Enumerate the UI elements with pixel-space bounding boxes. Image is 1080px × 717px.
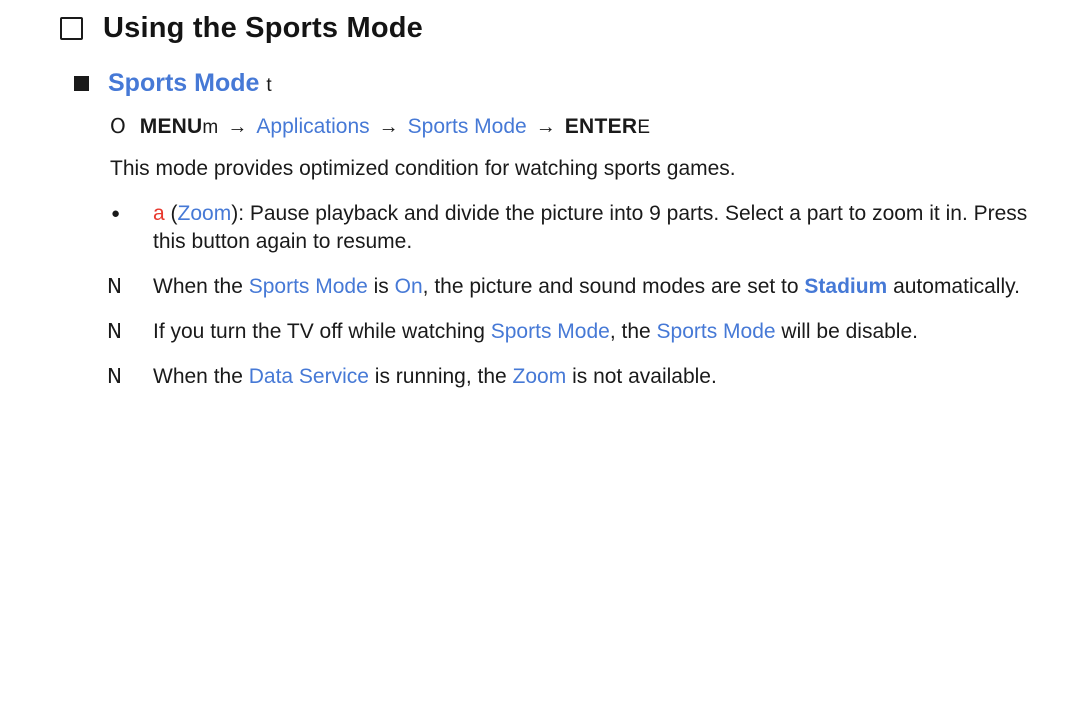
note-n-icon: N [107, 273, 122, 298]
note-text-span: Sports Mode [656, 320, 776, 344]
note-text-span: Zoom [177, 201, 232, 225]
arrow-icon-2: → [378, 116, 399, 138]
note-text: If you turn the TV off while watching Sp… [153, 318, 1033, 346]
note-text: a (Zoom): Pause playback and divide the … [153, 200, 1033, 256]
note-text-span: Sports Mode [490, 320, 610, 344]
note-text-span: On [394, 274, 423, 298]
note-text-span: is not available. [566, 365, 717, 389]
note-row: N When the Sports Mode is On, the picture… [105, 273, 1080, 301]
note-row: N If you turn the TV off while watching S… [105, 318, 1080, 346]
enter-label-suffix: E [637, 117, 651, 138]
enter-label: ENTERE [565, 115, 651, 139]
notes-list: ● a (Zoom): Pause playback and divide the… [0, 200, 1080, 392]
arrow-icon-1: → [227, 116, 248, 138]
menu-label-suffix: m [202, 117, 219, 138]
note-text-span: ( [164, 201, 178, 225]
note-text: When the Data Service is running, the Zo… [153, 363, 1033, 391]
menu-button-icon: O [110, 114, 126, 138]
page-title-row: Using the Sports Mode [60, 12, 1080, 45]
note-text-span: If you turn the TV off while watching [153, 320, 491, 344]
menu-label: MENUm [140, 115, 219, 139]
menu-path-row: O MENUm → Applications → Sports Mode → E… [110, 114, 1080, 139]
note-text-span: is [367, 274, 395, 298]
filled-square-bullet-icon [74, 76, 89, 91]
section-heading-suffix: t [266, 74, 272, 96]
note-n-icon: N [107, 364, 122, 389]
note-row: N When the Data Service is running, the Z… [105, 363, 1080, 391]
document-page: Using the Sports Mode Sports Mode t O ME… [0, 12, 1080, 717]
note-text-span: will be disable. [775, 320, 918, 344]
note-text-span: automatically. [887, 274, 1020, 298]
note-text-span: ): Pause playback and divide the picture… [153, 201, 1028, 253]
note-text-span: Zoom [512, 365, 567, 389]
menu-step-sports-mode: Sports Mode [407, 115, 527, 138]
note-text-span: , the picture and sound modes are set to [422, 274, 805, 298]
note-text-span: Sports Mode [248, 274, 368, 298]
note-n-icon: N [107, 319, 122, 344]
page-title: Using the Sports Mode [103, 12, 423, 44]
enter-label-text: ENTER [564, 115, 638, 138]
menu-label-text: MENU [139, 115, 203, 138]
note-text-span: a [153, 201, 165, 225]
note-text-span: When the [153, 365, 249, 389]
note-text: When the Sports Mode is On, the picture … [153, 273, 1033, 301]
intro-paragraph: This mode provides optimized condition f… [110, 157, 736, 180]
square-outline-bullet-icon [60, 17, 83, 40]
section-heading: Sports Mode [108, 69, 260, 97]
section-heading-row: Sports Mode t [74, 69, 1080, 98]
note-text-span: , the [609, 320, 657, 344]
menu-step-applications: Applications [256, 115, 370, 138]
note-row: ● a (Zoom): Pause playback and divide the… [105, 200, 1080, 256]
bullet-dot-icon: ● [111, 204, 121, 222]
note-text-span: When the [153, 274, 249, 298]
arrow-icon-3: → [535, 116, 556, 138]
note-text-span: Data Service [248, 365, 369, 389]
note-text-span: is running, the [368, 365, 513, 389]
note-text-span: Stadium [804, 274, 888, 298]
